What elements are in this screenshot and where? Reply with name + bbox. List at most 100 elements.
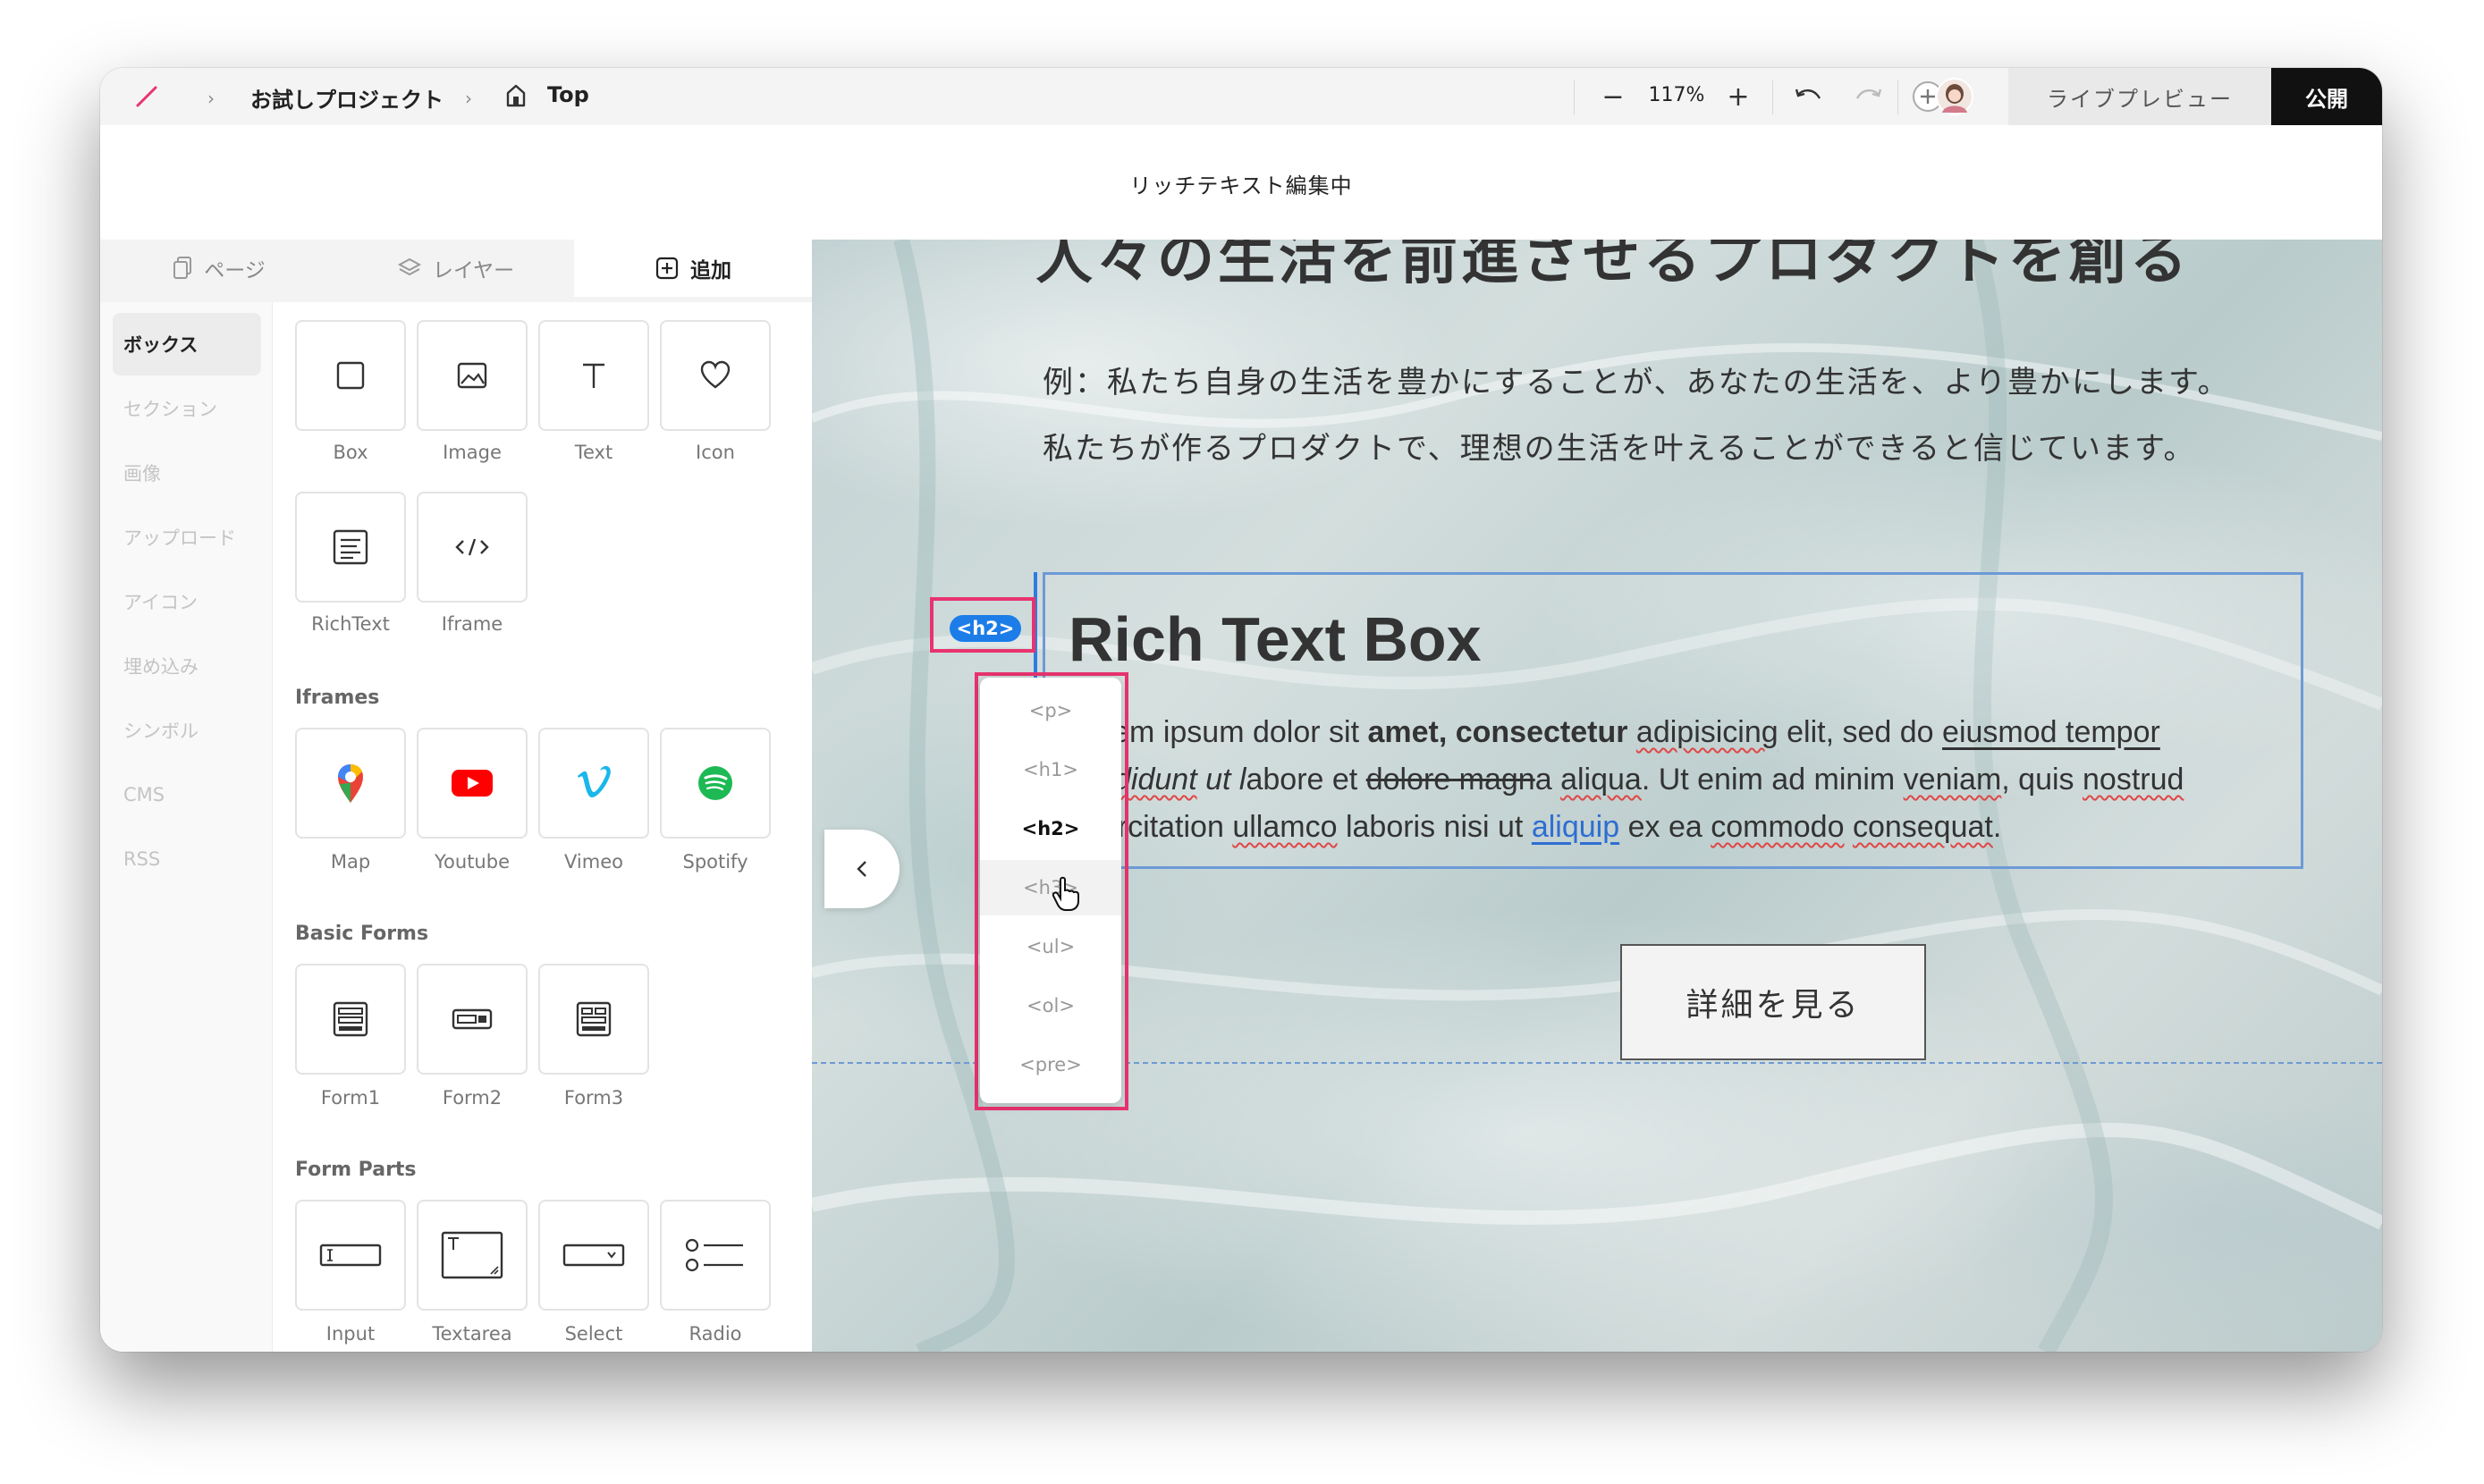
avatar[interactable]: [1935, 77, 1974, 116]
richtext-icon: [333, 529, 368, 565]
add-richtext-tile[interactable]: [295, 492, 406, 603]
hero-description-line-1[interactable]: 例：私たち自身の生活を豊かにすることが、あなたの生活を、より豊かにします。: [1043, 358, 2230, 401]
add-map-tile[interactable]: [295, 728, 406, 839]
tag-option-ol[interactable]: <ol>: [980, 978, 1121, 1033]
underlined-text: [2057, 715, 2066, 749]
add-radio-tile[interactable]: [660, 1200, 771, 1311]
form1-icon: [333, 1001, 368, 1037]
layers-icon: [397, 257, 421, 276]
collapse-panel-button[interactable]: [824, 830, 900, 908]
tile-label: Input: [325, 1323, 376, 1345]
breadcrumb-project[interactable]: お試しプロジェクト: [250, 82, 444, 114]
add-image-tile[interactable]: [417, 320, 528, 431]
editor-canvas[interactable]: 人々の生活を前進させるプロダクトを創る 例：私たち自身の生活を豊かにすることが、…: [812, 240, 2382, 1352]
toolbar-divider: [1897, 80, 1898, 114]
body-text: . Ut enim ad minim: [1641, 763, 1904, 797]
iframes-heading: Iframes: [295, 687, 380, 709]
add-vimeo-tile[interactable]: [538, 728, 649, 839]
tag-badge-highlight: <h2>: [930, 597, 1035, 653]
collaborators[interactable]: [1908, 77, 1976, 116]
category-symbol[interactable]: シンボル: [113, 699, 261, 762]
body-text: [1224, 810, 1232, 844]
rich-text-link[interactable]: aliquip: [1532, 810, 1619, 844]
add-box-tile[interactable]: [295, 320, 406, 431]
zoom-in-button[interactable]: +: [1719, 75, 1758, 118]
category-image[interactable]: 画像: [113, 442, 261, 504]
basic-forms-heading: Basic Forms: [295, 923, 429, 945]
tag-option-h2[interactable]: <h2>: [980, 801, 1121, 856]
hero-title[interactable]: 人々の生活を前進させるプロダクトを創る: [1035, 240, 2287, 292]
add-textarea-tile[interactable]: [417, 1200, 528, 1311]
body-text: laboris nisi ut: [1337, 810, 1532, 844]
zoom-level[interactable]: 117%: [1645, 84, 1708, 106]
tab-add[interactable]: 追加: [574, 240, 812, 297]
breadcrumb-page[interactable]: Top: [547, 82, 589, 107]
category-icon[interactable]: アイコン: [113, 570, 261, 633]
misspelled-word: nostrud: [2083, 763, 2184, 797]
category-label: ボックス: [123, 334, 199, 356]
undo-button[interactable]: [1783, 75, 1833, 118]
tab-pages[interactable]: ページ: [100, 240, 337, 297]
misspelled-word: consequat: [1852, 810, 1993, 844]
add-icon-tile[interactable]: [660, 320, 771, 431]
tab-layers[interactable]: レイヤー: [337, 240, 574, 297]
live-preview-button[interactable]: ライブプレビュー: [2008, 68, 2271, 125]
category-upload[interactable]: アップロード: [113, 506, 261, 569]
category-embed[interactable]: 埋め込み: [113, 635, 261, 697]
add-youtube-tile[interactable]: [417, 728, 528, 839]
rich-text-heading[interactable]: Rich Text Box: [1069, 603, 1482, 675]
redo-icon: [1855, 89, 1882, 99]
add-text-tile[interactable]: [538, 320, 649, 431]
tile-label: Icon: [696, 442, 735, 463]
hero-description-line-2[interactable]: 私たちが作るプロダクトで、理想の生活を叶えることができると信じています。: [1043, 424, 2196, 468]
select-icon: [562, 1244, 625, 1267]
category-box[interactable]: ボックス: [113, 313, 261, 375]
add-iframe-tile[interactable]: [417, 492, 528, 603]
tag-type-badge[interactable]: <h2>: [950, 615, 1021, 642]
details-button[interactable]: 詳細を見る: [1620, 944, 1926, 1060]
add-form1-tile[interactable]: [295, 964, 406, 1075]
editing-mode-title: リッチテキスト編集中: [1129, 173, 1353, 198]
add-element-panel: ページ レイヤー 追加 ボックス セクション 画像 アップロード アイコン 埋め…: [100, 240, 813, 1352]
tag-option-pre[interactable]: <pre>: [980, 1037, 1121, 1092]
italic-text: ut: [1196, 763, 1239, 797]
tile-label: Box: [333, 442, 368, 463]
tag-option-h1[interactable]: <h1>: [980, 742, 1121, 797]
category-label: CMS: [123, 784, 165, 805]
category-cms[interactable]: CMS: [113, 763, 261, 826]
tag-option-ul[interactable]: <ul>: [980, 919, 1121, 974]
box-icon: [336, 361, 365, 390]
body-text: .: [1992, 810, 2002, 844]
logo-slash-icon[interactable]: [134, 84, 159, 109]
misspelled-word: ullamco: [1232, 810, 1338, 844]
toolbar-divider: [1772, 80, 1773, 114]
category-label: RSS: [123, 848, 161, 870]
underlined-word: eiusmod: [1942, 715, 2057, 749]
add-select-tile[interactable]: [538, 1200, 649, 1311]
tile-label: Text: [574, 442, 613, 463]
textarea-icon: [441, 1231, 503, 1279]
form-parts-heading: Form Parts: [295, 1159, 417, 1181]
tile-label: Map: [330, 851, 371, 873]
tab-layers-label: レイヤー: [432, 259, 515, 282]
redo-button[interactable]: [1844, 75, 1894, 118]
publish-button[interactable]: 公開: [2271, 68, 2382, 125]
tile-label: Iframe: [441, 613, 503, 635]
tag-option-h3[interactable]: <h3>: [980, 860, 1121, 915]
add-spotify-tile[interactable]: [660, 728, 771, 839]
tag-option-p[interactable]: <p>: [980, 683, 1121, 738]
vimeo-icon: [578, 765, 611, 797]
rich-text-box[interactable]: Rich Text Box Lorem ipsum dolor sit amet…: [1043, 572, 2303, 869]
add-form2-tile[interactable]: [417, 964, 528, 1075]
image-icon: [457, 362, 487, 389]
input-icon: [319, 1244, 382, 1267]
form2-icon: [452, 1008, 493, 1030]
category-section[interactable]: セクション: [113, 377, 261, 440]
add-input-tile[interactable]: [295, 1200, 406, 1311]
zoom-out-button[interactable]: −: [1593, 75, 1633, 118]
tile-label: Form3: [563, 1087, 624, 1109]
add-form3-tile[interactable]: [538, 964, 649, 1075]
body-text: elit, sed do: [1778, 715, 1943, 749]
category-rss[interactable]: RSS: [113, 828, 261, 890]
rich-text-body[interactable]: Lorem ipsum dolor sit amet, consectetur …: [1069, 709, 2285, 851]
